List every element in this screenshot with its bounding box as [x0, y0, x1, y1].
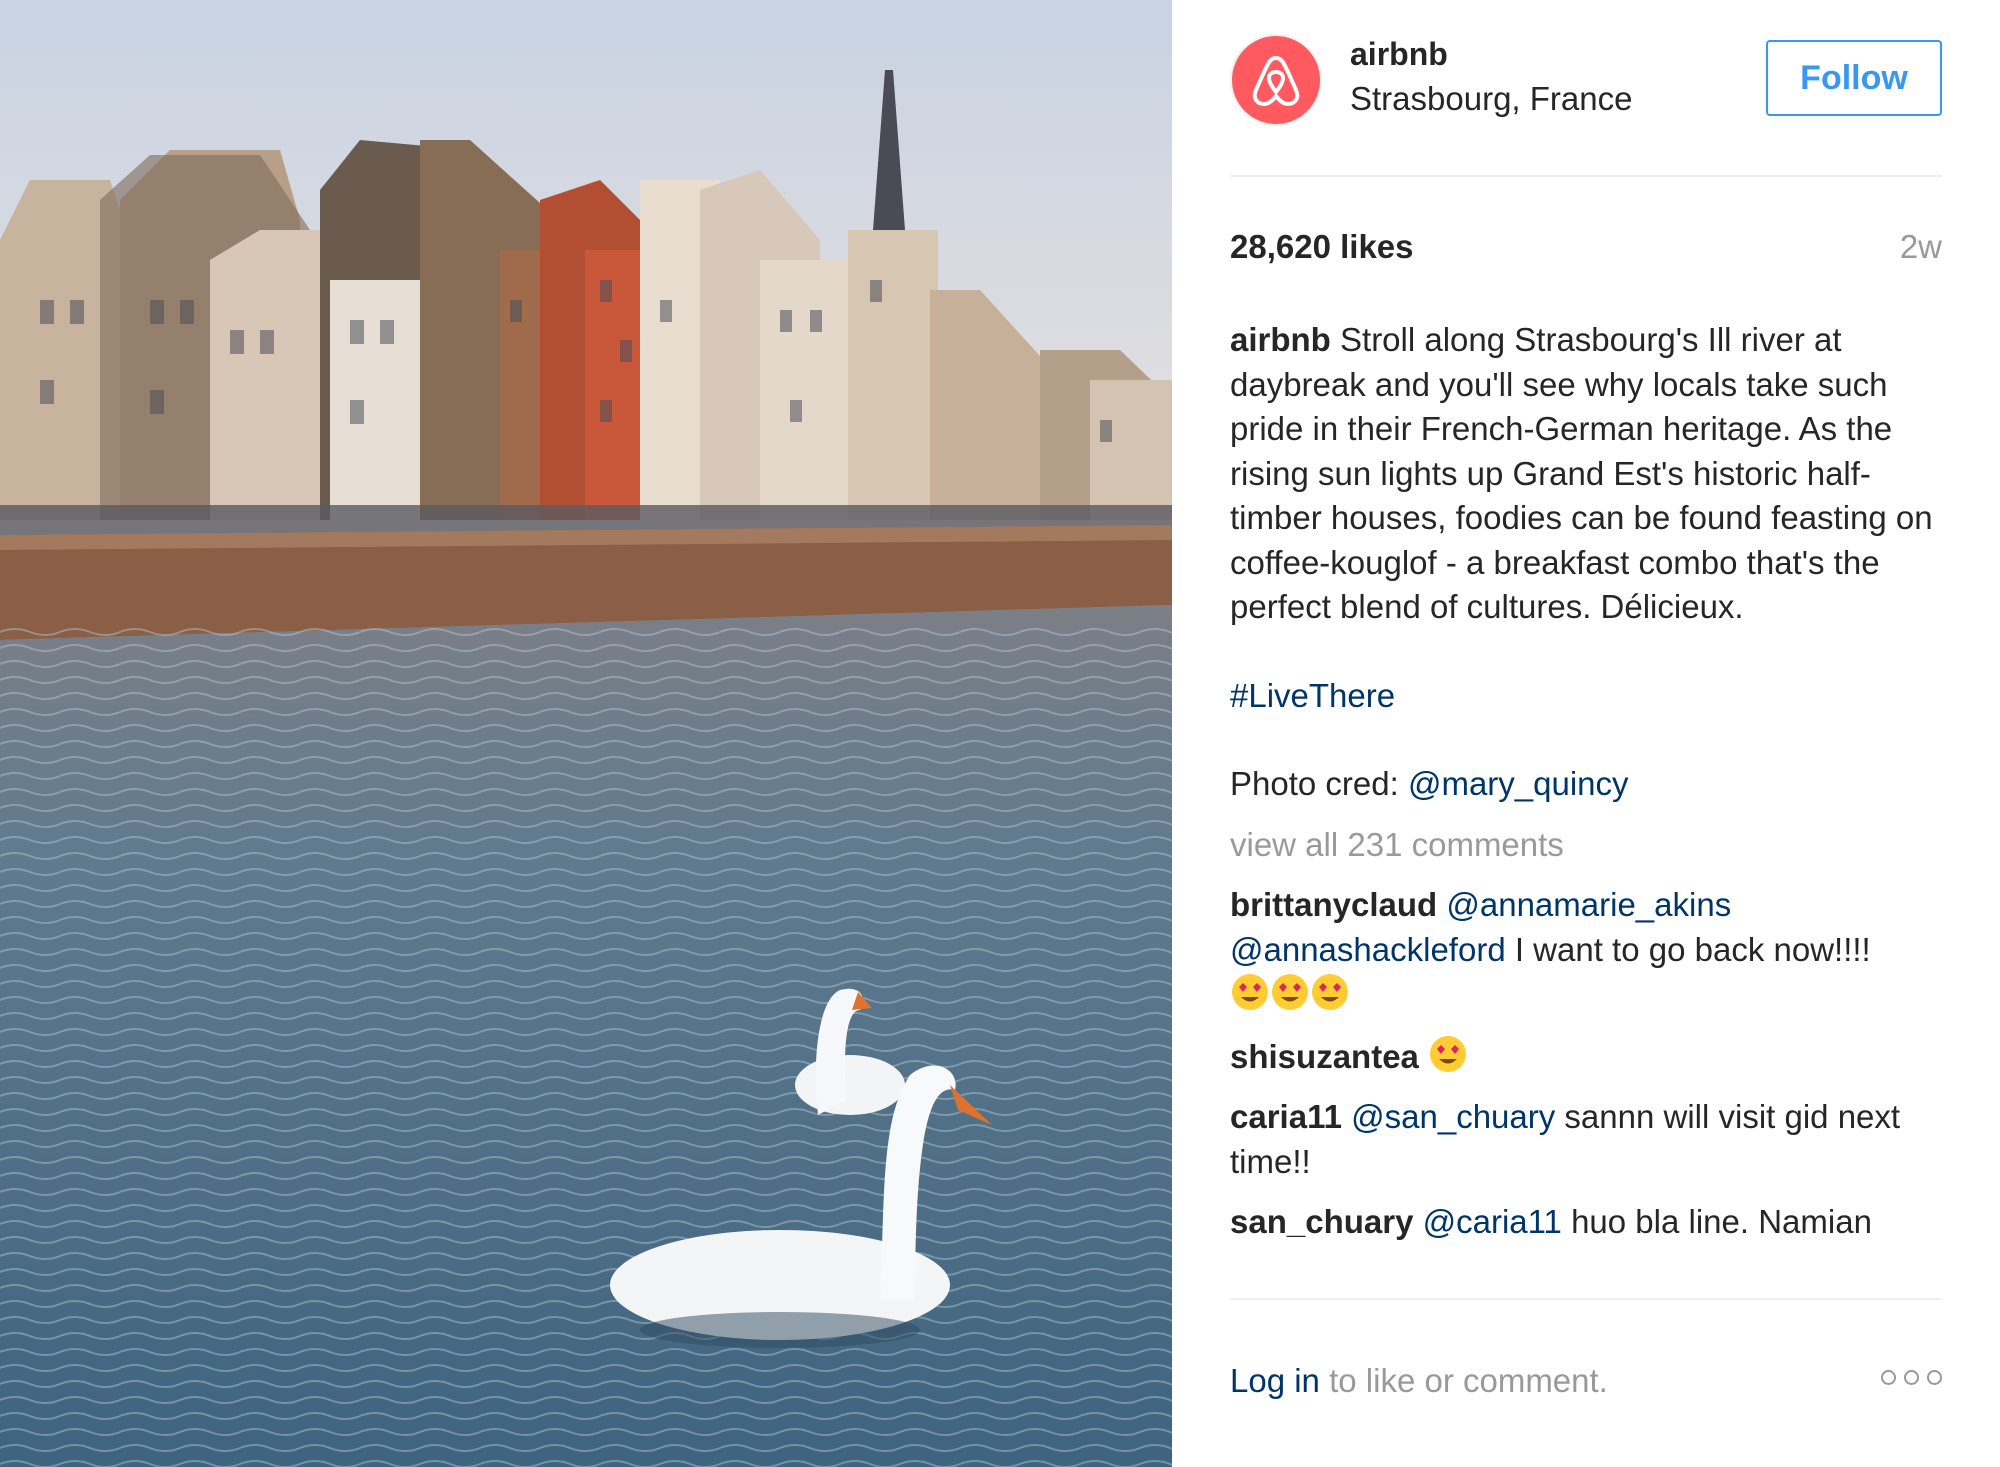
strasbourg-river-photo [0, 0, 1172, 1467]
comment-mention[interactable]: @san_chuary [1351, 1098, 1555, 1135]
caption: airbnb Stroll along Strasbourg's Ill riv… [1230, 318, 1950, 630]
login-prompt-text: to like or comment. [1329, 1362, 1608, 1399]
post-photo[interactable] [0, 0, 1172, 1467]
comment: san_chuary @caria11 huo bla line. Namian [1230, 1200, 1950, 1245]
photo-credit: Photo cred: @mary_quincy [1230, 762, 1950, 807]
caption-text: Stroll along Strasbourg's Ill river at d… [1230, 321, 1933, 625]
comment-username[interactable]: caria11 [1230, 1098, 1342, 1135]
comment-text: I want to go back now!!!! [1514, 930, 1871, 968]
comment-username[interactable]: shisuzantea [1230, 1038, 1419, 1075]
comment-mention[interactable]: @caria11 [1423, 1203, 1562, 1240]
airbnb-logo-icon[interactable] [1230, 34, 1322, 126]
heart-eyes-emoji-icon [1428, 1035, 1468, 1075]
comment: brittanyclaud @annamarie_akins @annashac… [1230, 883, 1950, 1018]
likes-count[interactable]: 28,620 likes [1230, 228, 1414, 266]
caption-username[interactable]: airbnb [1230, 321, 1331, 358]
heart-eyes-emoji-icon [1230, 974, 1350, 1013]
hashtag-link[interactable]: #LiveThere [1230, 677, 1395, 714]
comment-mention[interactable]: @annashackleford [1230, 931, 1506, 968]
comment-username[interactable]: brittanyclaud [1230, 886, 1437, 923]
post-header: airbnb Strasbourg, France Follow [1230, 30, 1942, 140]
photo-credit-mention[interactable]: @mary_quincy [1408, 765, 1629, 802]
post-age[interactable]: 2w [1900, 228, 1942, 266]
photo-credit-prefix: Photo cred: [1230, 765, 1399, 802]
post-location[interactable]: Strasbourg, France [1350, 80, 1632, 118]
header-divider [1230, 175, 1942, 177]
login-link[interactable]: Log in [1230, 1362, 1320, 1399]
comment: shisuzantea [1230, 1034, 1950, 1080]
post-details-panel: airbnb Strasbourg, France Follow 28,620 … [1172, 0, 2000, 1467]
instagram-post: airbnb Strasbourg, France Follow 28,620 … [0, 0, 2000, 1467]
follow-button[interactable]: Follow [1766, 40, 1942, 116]
comments-section: airbnb Stroll along Strasbourg's Ill riv… [1230, 318, 1950, 1245]
post-username[interactable]: airbnb [1350, 36, 1448, 73]
view-all-comments-link[interactable]: view all 231 comments [1230, 826, 1564, 863]
comment-username[interactable]: san_chuary [1230, 1203, 1413, 1240]
comment-mention[interactable]: @annamarie_akins [1446, 886, 1731, 923]
footer-divider [1230, 1298, 1942, 1300]
post-footer: Log in to like or comment. [1230, 1362, 1942, 1400]
more-options-icon[interactable] [1881, 1370, 1942, 1385]
comment-text: huo bla line. Namian [1571, 1203, 1872, 1240]
comment: caria11 @san_chuary sannn will visit gid… [1230, 1095, 1950, 1184]
